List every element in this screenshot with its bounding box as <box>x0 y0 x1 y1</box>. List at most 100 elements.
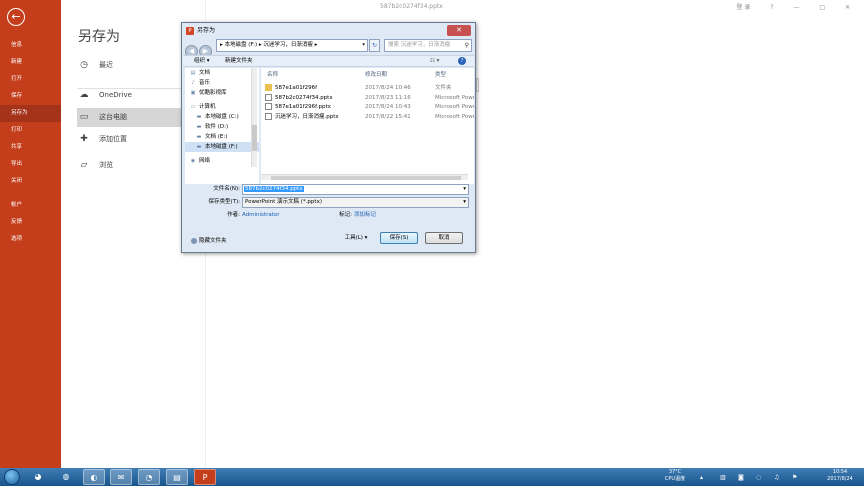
nav-item[interactable]: 共享 <box>0 139 61 156</box>
nav-item[interactable]: 信息 <box>0 37 61 54</box>
column-date[interactable]: 修改日期 <box>365 70 387 80</box>
location-item[interactable]: ▱ 浏览 <box>77 156 187 175</box>
cpu-temp-label: CPU温度 <box>664 476 686 482</box>
clock[interactable]: 10:54 2017/8/24 <box>818 469 862 483</box>
tree-item[interactable]: ▣ 优酷影视库 <box>185 88 259 98</box>
tree-item[interactable]: ▬ 本地磁盘 (C:) <box>185 112 259 122</box>
tree-item[interactable]: ▬ 文档 (E:) <box>185 132 259 142</box>
close-icon[interactable]: ✕ <box>845 4 852 11</box>
signin-link[interactable]: 登录 <box>736 4 752 11</box>
search-icon: ⚲ <box>464 42 469 49</box>
new-folder-button[interactable]: 新建文件夹 <box>225 56 253 66</box>
nav-item[interactable]: 关闭 <box>0 173 61 190</box>
nav-item[interactable]: 导出 <box>0 156 61 173</box>
navigation-tree: ▤ 文档 ♪ 音乐 ▣ 优酷影视库 ▭ 计算机 ▬ 本地磁盘 (C:) ▬ 软件 (D:) ▬ 文档 (E… <box>185 68 259 184</box>
powerpoint-icon[interactable]: P <box>194 469 216 485</box>
tree-item[interactable]: ◉ 网络 <box>185 156 259 166</box>
chevron-down-icon[interactable]: ▾ <box>463 198 466 207</box>
tools-button[interactable]: 工具(L) ▾ <box>338 232 374 244</box>
dialog-toolbar: 组织 ▾ 新建文件夹 ☷ ▾ ? <box>183 55 474 67</box>
chevron-down-icon[interactable]: ▾ <box>362 40 365 51</box>
nav-item[interactable]: 打开 <box>0 71 61 88</box>
location-item[interactable]: ▭ 这台电脑 <box>77 108 187 127</box>
nav-item[interactable]: 打印 <box>0 122 61 139</box>
filename-label: 文件名(N): <box>213 186 240 192</box>
file-row[interactable]: 587b2c0274f34.pptx 2017/8/23 11:16 Microso… <box>265 93 474 103</box>
tree-item[interactable]: ▭ 计算机 <box>185 102 259 112</box>
nav-item[interactable]: 选项 <box>0 231 61 248</box>
file-row[interactable]: 587e1a01f296f.pptx 2017/8/24 10:43 Microso… <box>265 103 474 112</box>
nav-item[interactable]: 帐户 <box>0 197 61 214</box>
cancel-button[interactable]: 取消 <box>425 232 463 244</box>
edge-icon[interactable]: ◐ <box>83 469 105 485</box>
app-icon[interactable]: ◔ <box>138 469 160 485</box>
tree-scrollbar[interactable] <box>251 68 257 167</box>
tree-label: 网络 <box>199 158 211 164</box>
tree-label: 文档 <box>199 70 211 76</box>
network-icon[interactable]: ▥ <box>720 474 726 481</box>
location-item[interactable]: ✚ 添加位置 <box>77 130 187 149</box>
location-label: 浏览 <box>99 161 113 169</box>
start-button[interactable] <box>4 469 20 485</box>
volume-icon[interactable]: ♫ <box>774 474 779 481</box>
search-input[interactable]: 搜索 沉迷学习，日渐消瘦 ⚲ <box>384 39 472 52</box>
scrollbar-thumb[interactable] <box>271 176 461 180</box>
file-name: 沉迷学习，日渐消瘦.pptx <box>275 113 339 120</box>
dialog-close-icon[interactable]: ✕ <box>447 25 471 36</box>
wechat-icon[interactable]: ✉ <box>110 469 132 485</box>
file-name: 587b2c0274f34.pptx <box>275 94 333 101</box>
browser-icon[interactable]: ◍ <box>55 469 77 485</box>
tray-icon[interactable]: ◙ <box>738 474 744 481</box>
nav-item[interactable]: 另存为 <box>0 105 61 122</box>
tray-icon[interactable]: ◌ <box>756 474 761 481</box>
tray-icon[interactable]: ⚑ <box>792 474 797 481</box>
filetype-select[interactable]: PowerPoint 演示文稿 (*.pptx) ▾ <box>242 197 469 208</box>
file-type: 文件夹 <box>435 85 452 91</box>
tree-item[interactable]: ▬ 软件 (D:) <box>185 122 259 132</box>
address-bar[interactable]: ▸ 本地磁盘 (F:) ▸ 沉迷学习，日渐消瘦 ▸ ▾ <box>216 39 368 52</box>
filename-field[interactable]: 587b2c0274f34.pptx ▾ <box>242 184 469 195</box>
refresh-icon[interactable]: ↻ <box>369 39 380 52</box>
location-icon: ▭ <box>79 112 89 122</box>
file-date: 2017/8/24 10:43 <box>365 104 411 110</box>
help-icon[interactable]: ? <box>458 57 466 65</box>
save-button[interactable]: 保存(S) <box>380 232 418 244</box>
chevron-down-icon[interactable]: ▾ <box>463 185 466 194</box>
tags-value[interactable]: 添加标记 <box>354 210 376 220</box>
tree-item[interactable]: ▤ 文档 <box>185 68 259 78</box>
file-row[interactable]: 587e1a01f296f 2017/8/24 10:46 文件夹 <box>265 84 474 93</box>
author-value[interactable]: Administrator <box>242 210 280 220</box>
nav-item[interactable]: 新建 <box>0 54 61 71</box>
tree-icon: ♪ <box>191 80 195 86</box>
location-item[interactable]: ◷ 最近 <box>77 56 187 75</box>
nav-item[interactable]: 反馈 <box>0 214 61 231</box>
tree-icon: ◉ <box>190 158 196 164</box>
minimize-icon[interactable]: — <box>793 4 801 11</box>
hide-folders-toggle[interactable]: 隐藏文件夹 <box>191 236 227 246</box>
column-name[interactable]: 名称 <box>267 70 278 80</box>
back-arrow-icon[interactable]: ← <box>7 8 25 26</box>
scrollbar-thumb[interactable] <box>252 125 257 151</box>
horizontal-scrollbar[interactable] <box>261 174 468 180</box>
save-as-dialog: P 另存为 ✕ ◀ ▶ ▸ 本地磁盘 (F:) ▸ 沉迷学习，日渐消瘦 ▸ ▾ ↻ … <box>181 22 476 253</box>
tray-icon[interactable]: ▴ <box>700 474 703 481</box>
column-type[interactable]: 类型 <box>435 70 446 80</box>
tree-item[interactable]: ♪ 音乐 <box>185 78 259 88</box>
help-icon[interactable]: ? <box>770 4 775 11</box>
file-row[interactable]: 沉迷学习，日渐消瘦.pptx 2017/8/22 15:41 Microsoft P… <box>265 112 474 122</box>
maximize-icon[interactable]: □ <box>819 4 827 11</box>
document-icon <box>265 112 272 120</box>
file-name: 587e1a01f296f <box>275 85 318 91</box>
file-date: 2017/8/23 11:16 <box>365 94 411 101</box>
tree-icon: ▬ <box>196 124 202 130</box>
nav-item[interactable]: 保存 <box>0 88 61 105</box>
organize-button[interactable]: 组织 ▾ <box>194 56 210 66</box>
cpu-temp-value: 37°C <box>668 469 682 475</box>
view-options-button[interactable]: ☷ ▾ <box>430 56 439 66</box>
tags-label: 标记: <box>339 212 352 218</box>
qq-icon[interactable]: ◕ <box>27 469 49 485</box>
tree-item[interactable]: ▬ 本地磁盘 (F:) <box>185 142 259 152</box>
folder-icon[interactable]: ▤ <box>166 469 188 485</box>
file-name: 587e1a01f296f.pptx <box>275 104 331 110</box>
address-row: ◀ ▶ ▸ 本地磁盘 (F:) ▸ 沉迷学习，日渐消瘦 ▸ ▾ ↻ 搜索 沉迷学习… <box>185 38 472 58</box>
